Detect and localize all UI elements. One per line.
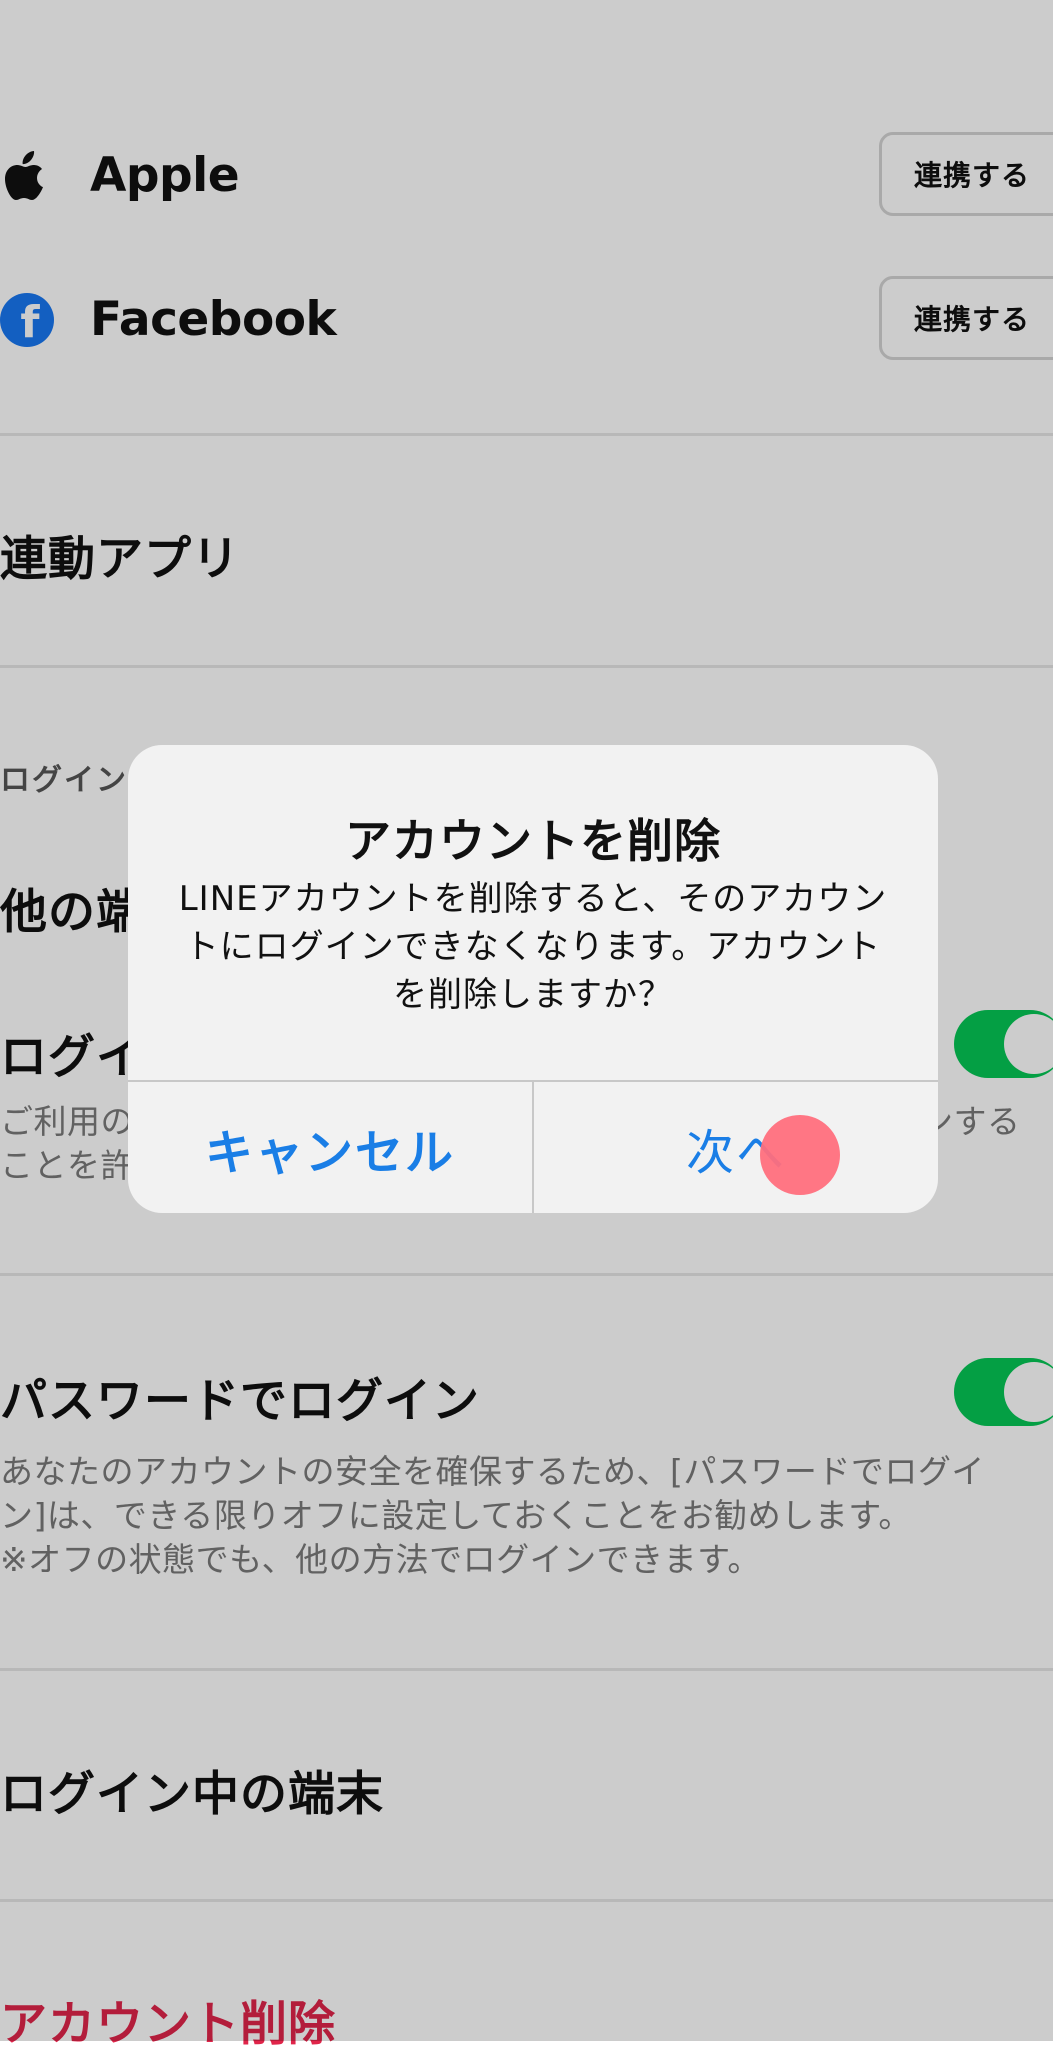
touch-indicator — [760, 1115, 840, 1195]
cancel-button[interactable]: キャンセル — [128, 1082, 532, 1213]
next-button[interactable]: 次へ — [534, 1082, 938, 1213]
dialog-title: アカウントを削除 — [345, 814, 721, 868]
dialog-message: LINEアカウントを削除すると、そのアカウントにログインできなくなります。アカウ… — [178, 879, 888, 1015]
